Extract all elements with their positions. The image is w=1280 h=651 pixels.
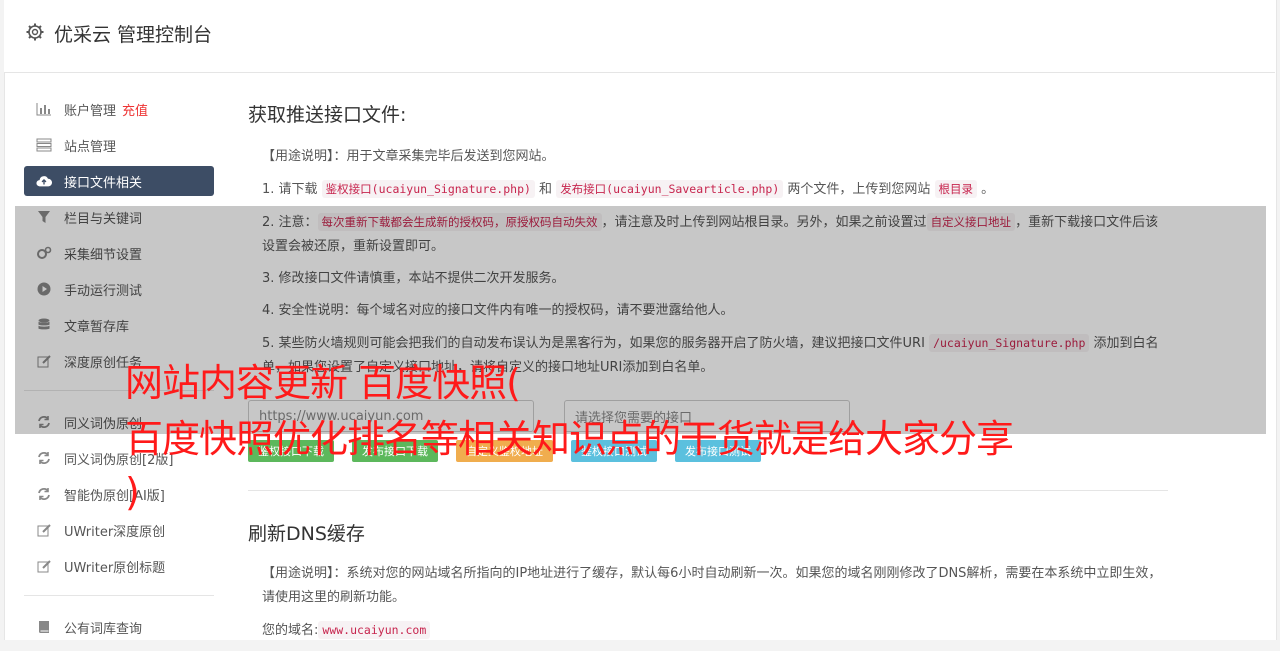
refresh-icon	[36, 486, 52, 502]
root-dir-code: 根目录	[934, 180, 978, 198]
sidebar-item-public-lexicon[interactable]: 公有词库查询	[24, 612, 214, 642]
watermark-line-3: )	[125, 470, 140, 514]
sidebar-item-label: 接口文件相关	[64, 175, 143, 191]
sidebar-item-account[interactable]: 账户管理 充值	[24, 94, 214, 124]
dns-usage-text: 【用途说明】：系统对您的网站域名所指向的IP地址进行了缓存，默认每6小时自动刷新…	[262, 566, 1162, 605]
cloud-upload-icon	[36, 173, 52, 189]
book-icon	[36, 619, 52, 635]
sidebar-item-uwriter-title[interactable]: UWriter原创标题	[24, 551, 214, 581]
console-title: 优采云 管理控制台	[54, 24, 213, 46]
sidebar-divider	[24, 595, 214, 596]
sidebar-item-label: 站点管理	[64, 139, 117, 155]
sidebar-item-label: UWriter深度原创	[64, 524, 166, 540]
sidebar-item-label: 智能伪原创[AI版]	[64, 488, 165, 504]
section-divider	[248, 490, 1168, 491]
recharge-link[interactable]: 充值	[122, 100, 148, 119]
domain-line: 您的域名: www.ucaiyun.com	[262, 618, 1168, 643]
auth-interface-code: 鉴权接口(ucaiyun_Signature.php)	[321, 180, 535, 198]
instruction-1: 1. 请下载 鉴权接口(ucaiyun_Signature.php) 和 发布接…	[262, 177, 1168, 202]
domain-value: www.ucaiyun.com	[318, 621, 431, 639]
edit-icon	[36, 522, 52, 538]
edit-icon	[36, 558, 52, 574]
sidebar-item-ai-original[interactable]: 智能伪原创[AI版]	[24, 479, 214, 509]
watermark-line-2: 百度快照优化排名等相关知识点的干货就是给大家分享	[125, 417, 1014, 461]
sidebar-item-interface-files[interactable]: 接口文件相关	[24, 166, 214, 196]
publish-interface-code: 发布接口(ucaiyun_Savearticle.php)	[556, 180, 784, 198]
sidebar-item-label: 公有词库查询	[64, 621, 143, 637]
watermark-line-1: 网站内容更新 百度快照(	[125, 361, 521, 405]
text: 1. 请下载	[262, 182, 322, 197]
sidebar-item-label: 账户管理	[64, 103, 117, 119]
sidebar-item-label: UWriter原创标题	[64, 560, 166, 576]
domain-label: 您的域名:	[262, 623, 319, 638]
section-title-dns: 刷新DNS缓存	[248, 523, 365, 545]
usage-text: 【用途说明】：用于文章采集完毕后发送到您网站。	[262, 149, 555, 164]
sidebar-item-uwriter-deep[interactable]: UWriter深度原创	[24, 515, 214, 545]
bar-chart-icon	[36, 101, 52, 117]
refresh-icon	[36, 450, 52, 466]
top-header: 优采云 管理控制台	[4, 0, 1275, 73]
text: 和	[534, 182, 557, 197]
server-icon	[36, 137, 52, 153]
sidebar-item-sites[interactable]: 站点管理	[24, 130, 214, 160]
gear-icon[interactable]	[25, 22, 45, 42]
text: 两个文件，上传到您网站	[783, 182, 935, 197]
text: 。	[977, 182, 995, 197]
section-title-interface: 获取推送接口文件:	[248, 104, 407, 126]
